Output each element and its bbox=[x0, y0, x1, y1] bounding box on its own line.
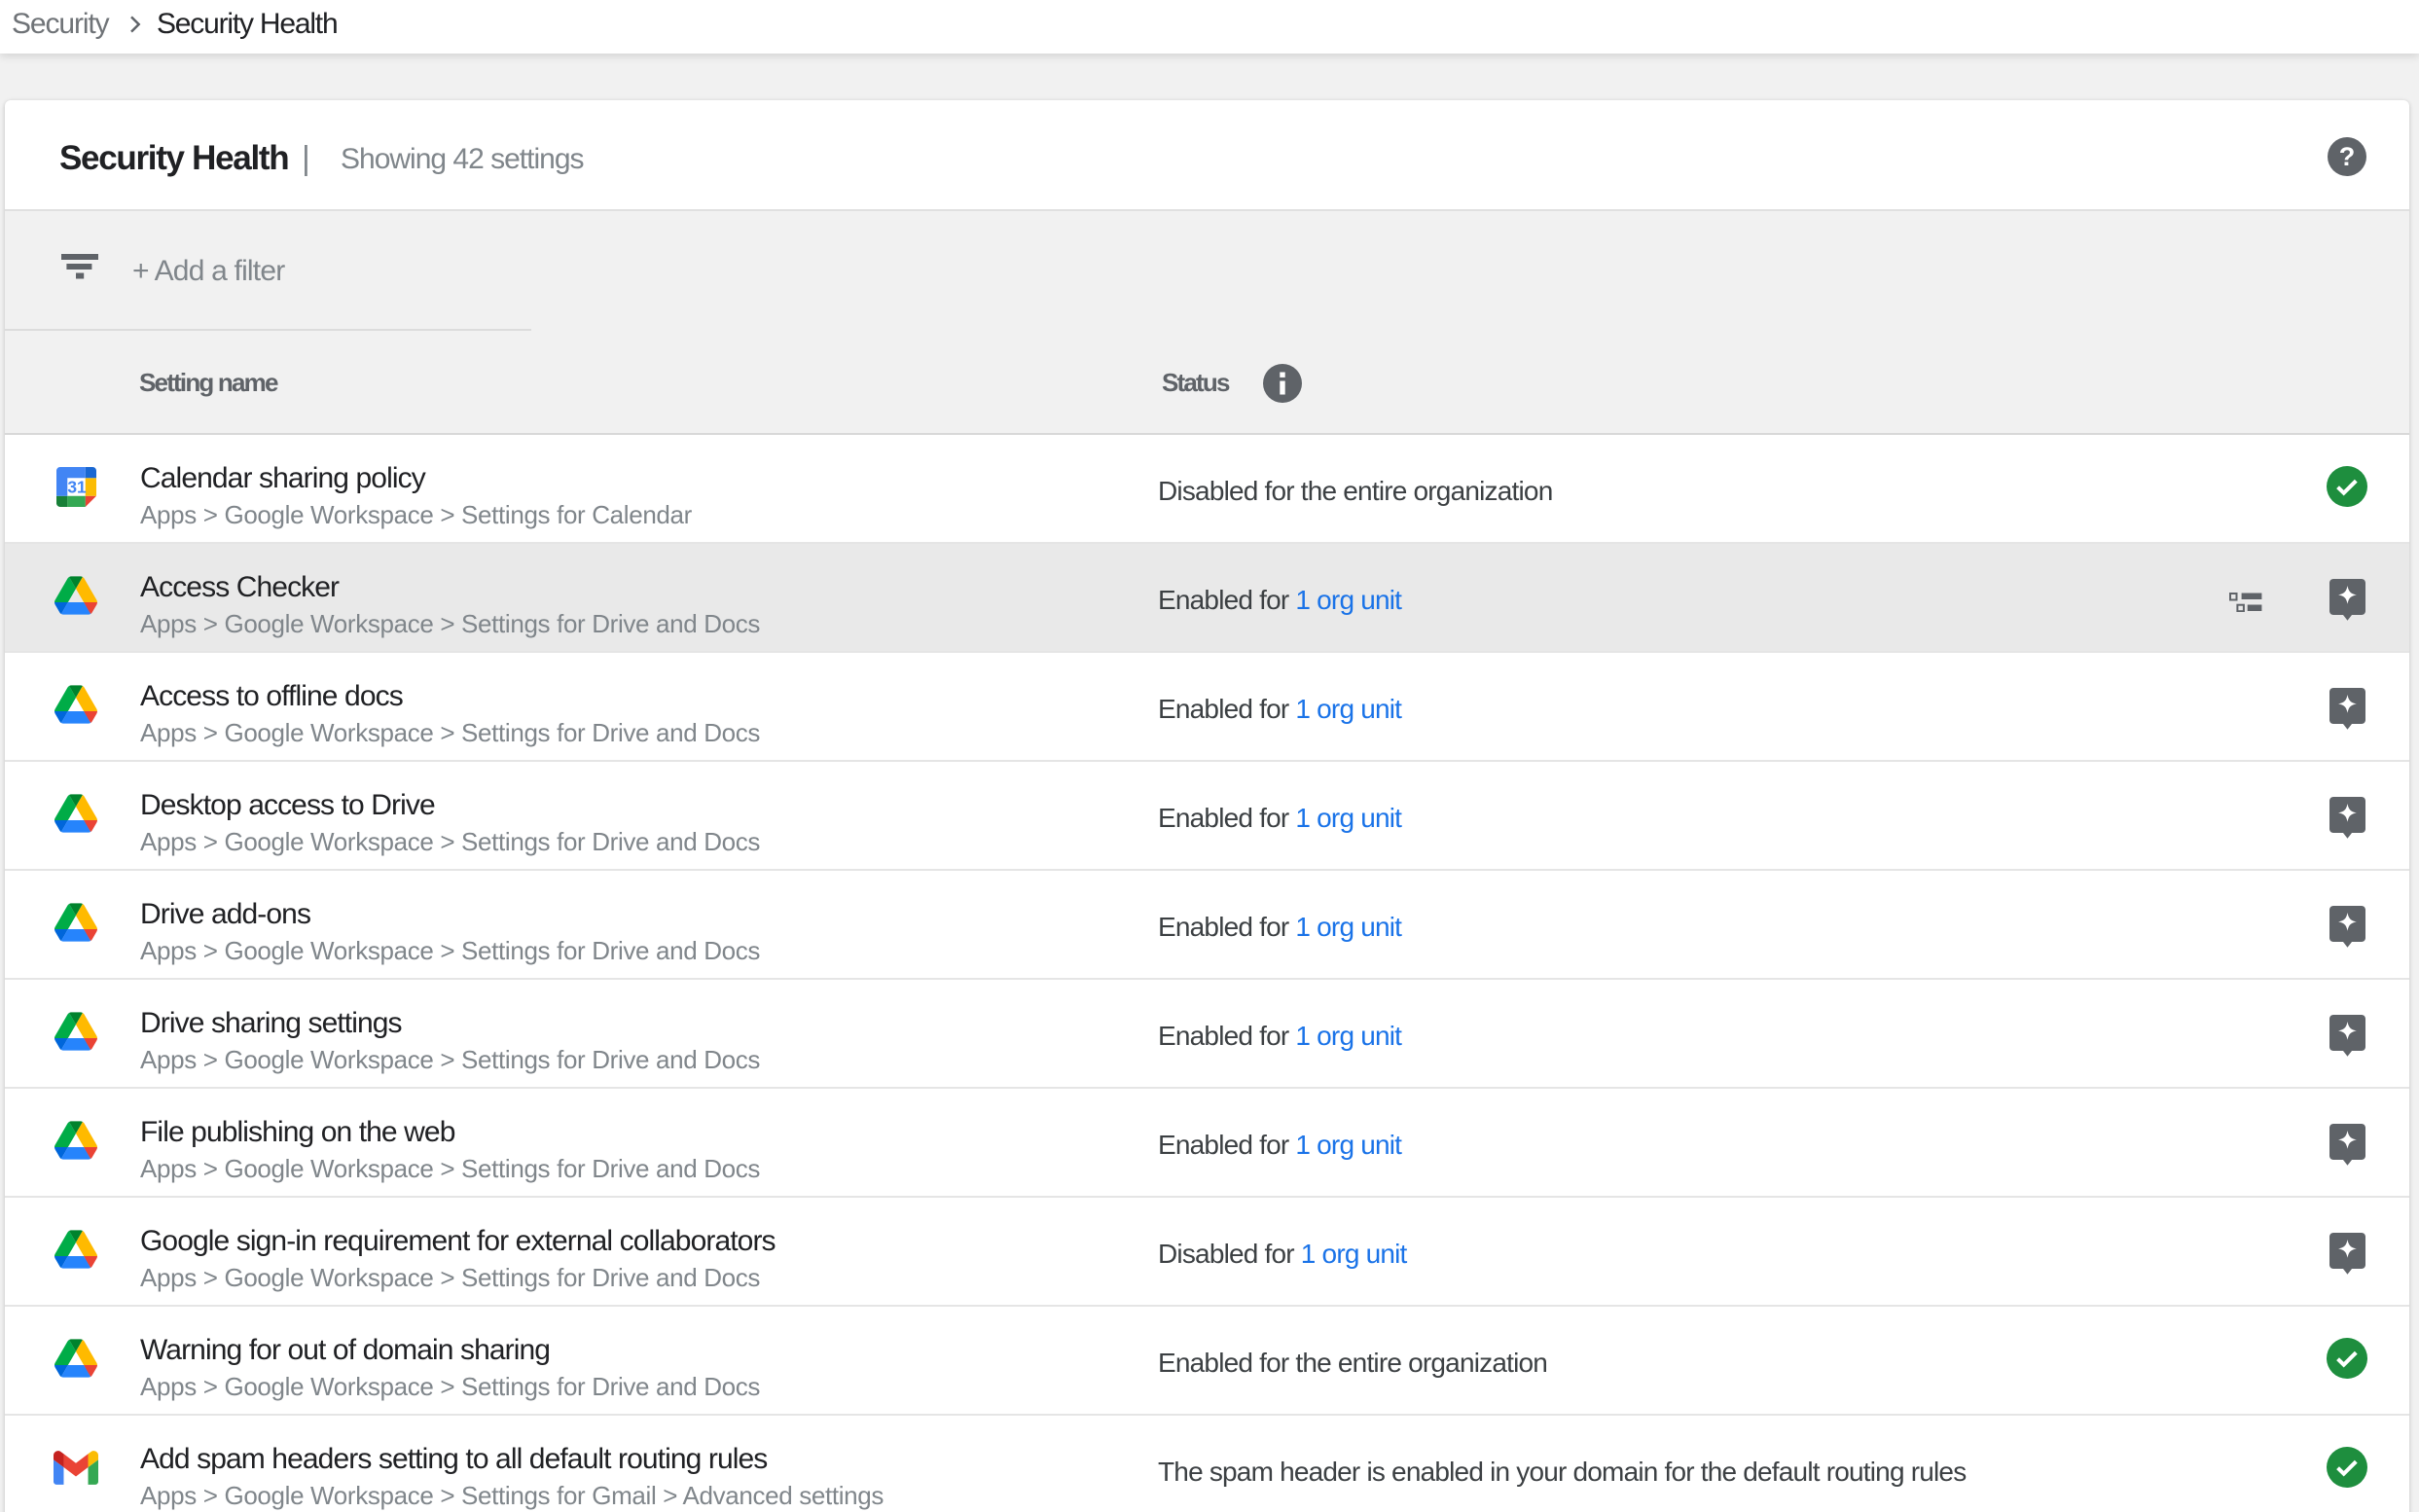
svg-text:?: ? bbox=[2339, 142, 2356, 171]
svg-text:31: 31 bbox=[67, 477, 87, 496]
